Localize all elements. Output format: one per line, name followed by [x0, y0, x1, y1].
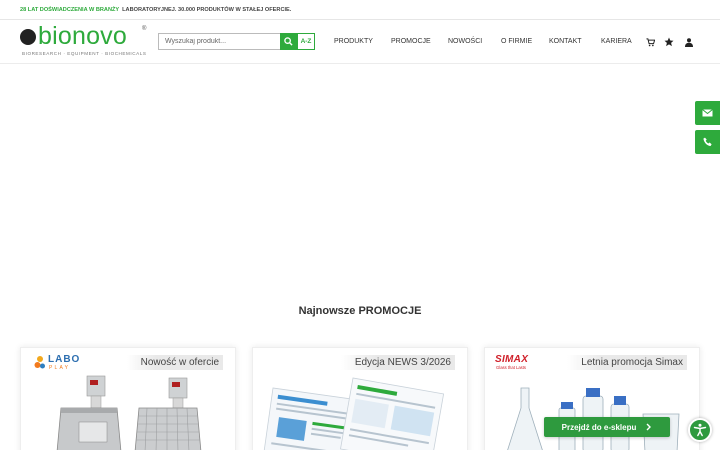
site-header: bionovo ® BIORESEARCH · EQUIPMENT · BIOC…: [0, 20, 720, 64]
promotions-heading: Najnowsze PROMOCJE: [298, 305, 422, 317]
simax-logo-sub: Glass that Lasts: [496, 365, 527, 370]
promo-card-title: Nowość w ofercie: [126, 355, 223, 370]
bionovo-logo[interactable]: bionovo ® BIORESEARCH · EQUIPMENT · BIOC…: [20, 22, 150, 60]
logo-dot: [20, 29, 36, 45]
labo-play-logo-sub: PLAY: [49, 365, 71, 371]
search-button[interactable]: [280, 33, 297, 50]
announcement-text: LABORATORYJNEJ. 30.000 PRODUKTÓW W STAŁE…: [122, 6, 292, 13]
promo-card-title: Letnia promocja Simax: [567, 355, 687, 370]
go-to-eshop-button[interactable]: Przejdź do e-sklepu: [544, 417, 670, 437]
simax-logo-text: SIMAX: [495, 354, 529, 365]
logo-tagline: BIORESEARCH · EQUIPMENT · BIOCHEMICALS: [22, 51, 147, 56]
go-to-eshop-label: Przejdź do e-sklepu: [561, 422, 637, 432]
accessibility-button[interactable]: [688, 418, 712, 442]
water-bath-devices-image: [56, 375, 202, 450]
labo-play-logo-text: LABO: [48, 354, 81, 365]
labo-play-mark-icon: [34, 356, 45, 369]
search-bar: A-Z: [158, 33, 315, 50]
side-phone-button[interactable]: [695, 130, 720, 154]
labo-play-logo: LABO PLAY: [34, 354, 94, 374]
logo-wordmark: bionovo: [38, 22, 127, 50]
simax-glassware-image: [507, 387, 680, 450]
phone-icon: [702, 137, 712, 146]
nav-kariera[interactable]: KARIERA: [601, 20, 632, 64]
announcement-highlight: 28 LAT DOŚWIADCZENIA W BRANŻY: [20, 6, 120, 13]
nav-produkty[interactable]: PRODUKTY: [334, 20, 373, 64]
star-icon[interactable]: [663, 36, 675, 48]
news-brochure-image: [262, 377, 445, 450]
announcement-bar: 28 LAT DOŚWIADCZENIA W BRANŻY LABORATORY…: [0, 0, 720, 20]
promo-card-news-edition[interactable]: Edycja NEWS 3/2026: [252, 347, 468, 450]
mail-icon: [702, 109, 713, 117]
side-mail-button[interactable]: [695, 101, 720, 125]
chevron-right-icon: [646, 423, 652, 431]
search-icon: [284, 37, 293, 46]
user-icon[interactable]: [683, 36, 695, 48]
nav-kontakt[interactable]: KONTAKT: [549, 20, 582, 64]
nav-o-firmie[interactable]: O FIRMIE: [501, 20, 532, 64]
search-input[interactable]: [158, 33, 280, 50]
accessibility-icon: [693, 423, 707, 437]
nav-promocje[interactable]: PROMOCJE: [391, 20, 431, 64]
a-z-index-button[interactable]: A-Z: [297, 33, 315, 50]
nav-nowosci[interactable]: NOWOŚCI: [448, 20, 482, 64]
simax-logo: SIMAX Glass that Lasts: [495, 354, 555, 374]
cart-icon[interactable]: [644, 36, 656, 48]
promo-card-labo-play[interactable]: LABO PLAY Nowość w ofercie: [20, 347, 236, 450]
logo-registered-mark: ®: [142, 26, 147, 32]
